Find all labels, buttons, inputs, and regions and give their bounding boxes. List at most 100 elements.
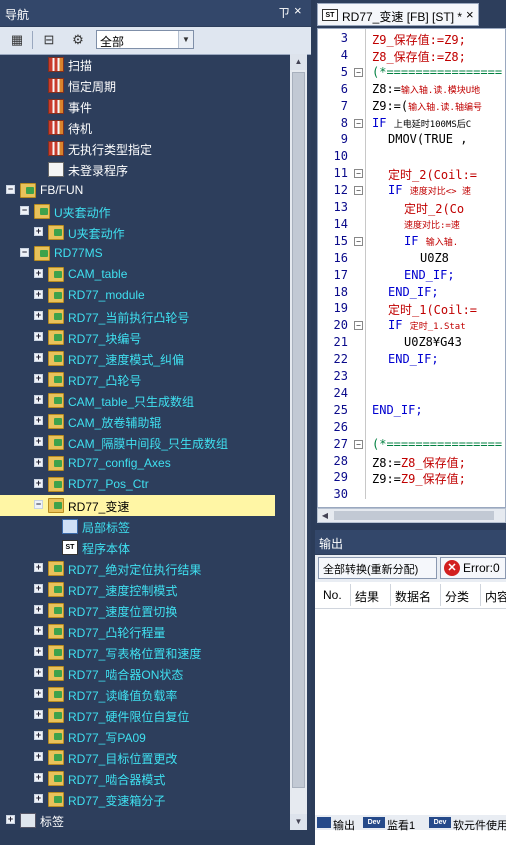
tree-row[interactable]: + RD77_凸轮号 [0, 369, 290, 390]
code-line[interactable]: 定时_2(Co [404, 200, 464, 217]
scroll-down-icon[interactable]: ▼ [290, 814, 307, 830]
tree-row[interactable]: 无执行类型指定 [0, 138, 290, 159]
tree-row[interactable]: + RD77_目标位置更改 [0, 747, 290, 768]
project-view-icon[interactable]: ▦ [6, 30, 28, 50]
code-line[interactable]: IF 输入轴. [404, 234, 458, 248]
bottom-tab[interactable]: 监看1 [387, 817, 415, 833]
expand-icon[interactable]: + [34, 374, 43, 383]
code-area[interactable]: 3 Z9_保存值:=Z9; 4 Z8_保存值:=Z8; 5− (*============… [317, 28, 506, 508]
code-line[interactable]: 定时_2(Coil:= [388, 166, 477, 183]
tree-row[interactable]: + RD77_Pos_Ctr [0, 474, 290, 495]
expand-icon[interactable]: + [34, 563, 43, 572]
code-line[interactable]: Z8_保存值:=Z8; [372, 48, 466, 65]
tree-row[interactable]: − RD77MS [0, 243, 290, 264]
collapse-icon[interactable]: − [34, 500, 43, 509]
tree-row[interactable]: + RD77_当前执行凸轮号 [0, 306, 290, 327]
fold-toggle-icon[interactable]: − [354, 67, 363, 77]
tree-row[interactable]: + RD77_绝对定位执行结果 [0, 558, 290, 579]
tree-row[interactable]: + RD77_变速箱分子 [0, 789, 290, 810]
scroll-left-icon[interactable]: ◀ [318, 509, 332, 522]
code-line[interactable]: IF 定时_1.Stat [388, 318, 466, 332]
expand-icon[interactable]: + [34, 290, 43, 299]
tree-row[interactable]: + RD77_啮合器模式 [0, 768, 290, 789]
tree-row[interactable]: + RD77_块编号 [0, 327, 290, 348]
column-header[interactable]: 结果 [355, 588, 379, 605]
fold-toggle-icon[interactable]: − [354, 321, 363, 331]
tree-vertical-scrollbar[interactable]: ▲ ▼ [290, 54, 307, 830]
tree-row[interactable]: 恒定周期 [0, 75, 290, 96]
scroll-up-icon[interactable]: ▲ [290, 54, 307, 70]
tree-row[interactable]: 扫描 [0, 54, 290, 75]
code-line[interactable]: IF 上电延时100MS后C [372, 116, 471, 130]
expand-icon[interactable]: + [34, 710, 43, 719]
code-line[interactable]: Z8:=输入轴.读.模块U地 [372, 82, 480, 96]
code-line[interactable]: Z9_保存值:=Z9; [372, 31, 466, 48]
collapse-icon[interactable]: − [6, 185, 15, 194]
tab-close-icon[interactable]: × [466, 7, 474, 22]
column-header[interactable]: 分类 [445, 588, 469, 605]
code-line[interactable]: END_IF; [404, 268, 455, 282]
expand-icon[interactable]: + [34, 689, 43, 698]
tree-row[interactable]: + CAM_隔膜中间段_只生成数组 [0, 432, 290, 453]
code-line[interactable]: Z9:=(输入轴.读.轴编号 [372, 99, 482, 113]
column-header[interactable]: 内容 [485, 588, 506, 605]
pin-icon[interactable]: ㄗ [278, 4, 290, 21]
tree-row[interactable]: + RD77_写表格位置和速度 [0, 642, 290, 663]
column-header[interactable]: 数据名 [395, 588, 431, 605]
expand-icon[interactable]: + [34, 311, 43, 320]
tree-row[interactable]: + CAM_table [0, 264, 290, 285]
fold-toggle-icon[interactable]: − [354, 439, 363, 449]
tree-row[interactable]: + RD77_module [0, 285, 290, 306]
editor-scroll-thumb[interactable] [334, 511, 494, 520]
code-line[interactable]: 定时_1(Coil:= [388, 301, 477, 318]
code-line[interactable]: U0Z8¥G43 [404, 335, 462, 349]
code-line[interactable]: U0Z8 [420, 251, 449, 265]
expand-icon[interactable]: + [34, 794, 43, 803]
error-filter-button[interactable]: ✕ Error:0 [440, 557, 506, 579]
code-line[interactable]: DMOV(TRUE , [388, 132, 467, 146]
tab-rd77-speed-change[interactable]: ST RD77_变速 [FB] [ST] * × [317, 3, 479, 26]
tree-collapse-icon[interactable]: ⊟ [38, 30, 60, 50]
tree-row[interactable]: + RD77_凸轮行程量 [0, 621, 290, 642]
fold-toggle-icon[interactable]: − [354, 186, 363, 196]
tree-row[interactable]: 未登录程序 [0, 159, 290, 180]
expand-icon[interactable]: + [34, 353, 43, 362]
expand-icon[interactable]: + [34, 437, 43, 446]
code-line[interactable]: END_IF; [388, 285, 439, 299]
bottom-tab[interactable]: 软元件使用 [453, 817, 506, 833]
code-line[interactable]: IF 速度对比<> 速 [388, 183, 471, 197]
tree-row[interactable]: 待机 [0, 117, 290, 138]
tree-row[interactable]: + RD77_硬件限位自复位 [0, 705, 290, 726]
expand-icon[interactable]: + [34, 731, 43, 740]
tree-row[interactable]: − RD77_变速 [0, 495, 275, 516]
expand-icon[interactable]: + [34, 752, 43, 761]
expand-icon[interactable]: + [34, 605, 43, 614]
fold-toggle-icon[interactable]: − [354, 118, 363, 128]
expand-icon[interactable]: + [34, 458, 43, 467]
expand-icon[interactable]: + [34, 416, 43, 425]
convert-all-button[interactable]: 全部转换(重新分配) [318, 557, 437, 579]
tree-row[interactable]: 事件 [0, 96, 290, 117]
scroll-thumb[interactable] [292, 72, 305, 788]
gear-icon[interactable]: ⚙ [67, 30, 89, 50]
expand-icon[interactable]: + [34, 626, 43, 635]
expand-icon[interactable]: + [34, 395, 43, 404]
expand-icon[interactable]: + [34, 479, 43, 488]
tree-row[interactable]: + RD77_写PA09 [0, 726, 290, 747]
code-line[interactable]: Z8:=Z8_保存值; [372, 454, 466, 471]
filter-select[interactable]: 全部 ▼ [96, 30, 194, 49]
tree-row[interactable]: 局部标签 [0, 516, 290, 537]
tree-row[interactable]: + CAM_放卷辅助辊 [0, 411, 290, 432]
fold-toggle-icon[interactable]: − [354, 169, 363, 179]
expand-icon[interactable]: + [34, 584, 43, 593]
close-icon[interactable]: × [294, 3, 302, 18]
code-line[interactable]: END_IF; [372, 403, 423, 417]
code-line[interactable]: (*================ [372, 437, 502, 451]
tree-row[interactable]: + 标签 [0, 810, 290, 830]
code-line[interactable]: 速度对比:=速 [404, 217, 460, 231]
column-header[interactable]: No. [323, 588, 342, 602]
expand-icon[interactable]: + [34, 773, 43, 782]
code-line[interactable]: END_IF; [388, 352, 439, 366]
tree-row[interactable]: + RD77_速度控制模式 [0, 579, 290, 600]
tree-row[interactable]: ST 程序本体 [0, 537, 290, 558]
